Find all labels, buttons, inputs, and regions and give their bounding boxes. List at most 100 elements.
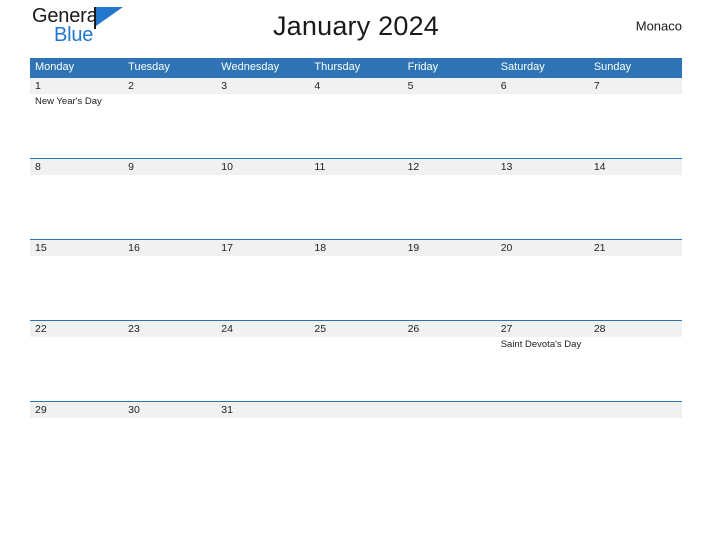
calendar-day-cell[interactable]: 26 (403, 321, 496, 401)
calendar-day-cell[interactable]: 24 (216, 321, 309, 401)
general-blue-logo[interactable]: General Blue (30, 4, 150, 48)
day-number: 22 (35, 323, 47, 335)
day-event: Saint Devota's Day (500, 339, 582, 350)
day-event (314, 418, 402, 420)
day-number: 13 (500, 161, 513, 173)
day-event (408, 418, 496, 420)
calendar-week-row: 15 16 17 18 19 20 21 (30, 239, 682, 320)
calendar-day-cell[interactable]: 17 (216, 240, 309, 320)
day-event (35, 337, 123, 339)
day-event (501, 94, 589, 96)
calendar-day-cell[interactable]: 30 (123, 402, 216, 422)
calendar-day-cell[interactable]: 31 (216, 402, 309, 422)
calendar-day-cell[interactable]: 12 (403, 159, 496, 239)
calendar-day-cell[interactable]: 29 (30, 402, 123, 422)
day-number (594, 402, 682, 418)
day-number (408, 402, 496, 418)
day-number: 12 (407, 161, 420, 173)
calendar-day-cell[interactable]: 27 Saint Devota's Day (496, 321, 589, 401)
weekday-header-friday: Friday (407, 61, 439, 73)
day-number: 4 (314, 80, 321, 92)
day-number: 16 (128, 242, 140, 254)
day-event (35, 418, 123, 420)
calendar-day-cell[interactable]: 19 (403, 240, 496, 320)
calendar-day-cell[interactable]: 3 (216, 78, 309, 158)
logo-flag-icon (94, 7, 124, 29)
calendar-day-cell[interactable]: 23 (123, 321, 216, 401)
day-event (594, 256, 682, 258)
calendar-day-cell[interactable]: 4 (309, 78, 402, 158)
day-event (314, 256, 402, 258)
calendar-day-cell[interactable]: 10 (216, 159, 309, 239)
day-number: 7 (593, 80, 600, 92)
calendar-day-cell[interactable]: 13 (496, 159, 589, 239)
day-number: 8 (35, 161, 41, 173)
calendar-page: General Blue January 2024 Monaco Monday … (0, 0, 712, 550)
day-event (35, 256, 123, 258)
calendar-day-cell[interactable]: 14 (589, 159, 682, 239)
calendar-day-cell[interactable]: 2 (123, 78, 216, 158)
calendar-day-cell[interactable]: 8 (30, 159, 123, 239)
day-number (314, 402, 402, 418)
day-event (35, 175, 123, 177)
weekday-header-tuesday: Tuesday (128, 61, 170, 73)
day-number: 19 (407, 242, 420, 254)
day-event (408, 175, 496, 177)
day-event: New Year's Day (35, 96, 102, 107)
day-event (594, 175, 682, 177)
calendar-day-cell[interactable]: 7 (589, 78, 682, 158)
day-number: 29 (35, 404, 47, 416)
calendar-week-row: 22 23 24 25 26 27 Saint Devota's Day 28 (30, 320, 682, 401)
day-event (501, 256, 589, 258)
day-event (314, 337, 402, 339)
calendar-week-row: 29 30 31 (30, 401, 682, 422)
calendar-day-cell[interactable]: 9 (123, 159, 216, 239)
day-number: 10 (221, 161, 233, 173)
calendar-day-cell[interactable]: 28 (589, 321, 682, 401)
calendar-day-cell[interactable]: 25 (309, 321, 402, 401)
day-event (128, 337, 216, 339)
day-event (128, 256, 216, 258)
day-event (128, 418, 216, 420)
calendar-day-cell[interactable]: 18 (309, 240, 402, 320)
calendar-grid: Monday Tuesday Wednesday Thursday Friday… (30, 58, 682, 422)
calendar-day-cell[interactable]: 16 (123, 240, 216, 320)
calendar-day-cell[interactable]: 20 (496, 240, 589, 320)
day-event (594, 94, 682, 96)
day-event (128, 175, 216, 177)
day-event (221, 94, 309, 96)
day-number: 6 (500, 80, 507, 92)
weekday-header-monday: Monday (35, 61, 75, 73)
calendar-day-cell[interactable]: 11 (309, 159, 402, 239)
day-event (408, 94, 496, 96)
calendar-day-cell[interactable]: 6 (496, 78, 589, 158)
calendar-day-cell[interactable]: 15 (30, 240, 123, 320)
day-event (501, 175, 589, 177)
calendar-day-cell (403, 402, 496, 422)
day-number: 14 (593, 161, 606, 173)
weekday-header-thursday: Thursday (314, 61, 361, 73)
day-number: 24 (221, 323, 233, 335)
calendar-day-cell[interactable]: 21 (589, 240, 682, 320)
day-number: 11 (314, 161, 326, 173)
calendar-day-cell[interactable]: 22 (30, 321, 123, 401)
day-number: 9 (128, 161, 134, 173)
calendar-day-cell[interactable]: 5 (403, 78, 496, 158)
day-number: 1 (35, 80, 41, 92)
day-number: 20 (500, 242, 513, 254)
day-event (501, 418, 589, 420)
weekday-header-sunday: Sunday (593, 61, 632, 73)
weekday-header-saturday: Saturday (500, 61, 545, 73)
day-number: 25 (314, 323, 327, 335)
logo-flag-triangle (96, 7, 123, 26)
day-event (221, 256, 309, 258)
day-number: 31 (221, 404, 233, 416)
calendar-week-row: 1 New Year's Day 2 3 4 5 6 7 (30, 77, 682, 158)
day-number: 27 (500, 323, 513, 335)
day-number: 5 (407, 80, 414, 92)
day-event (408, 337, 496, 339)
day-event (594, 418, 682, 420)
calendar-day-cell[interactable]: 1 New Year's Day (30, 78, 123, 158)
calendar-day-cell (589, 402, 682, 422)
calendar-day-cell (496, 402, 589, 422)
